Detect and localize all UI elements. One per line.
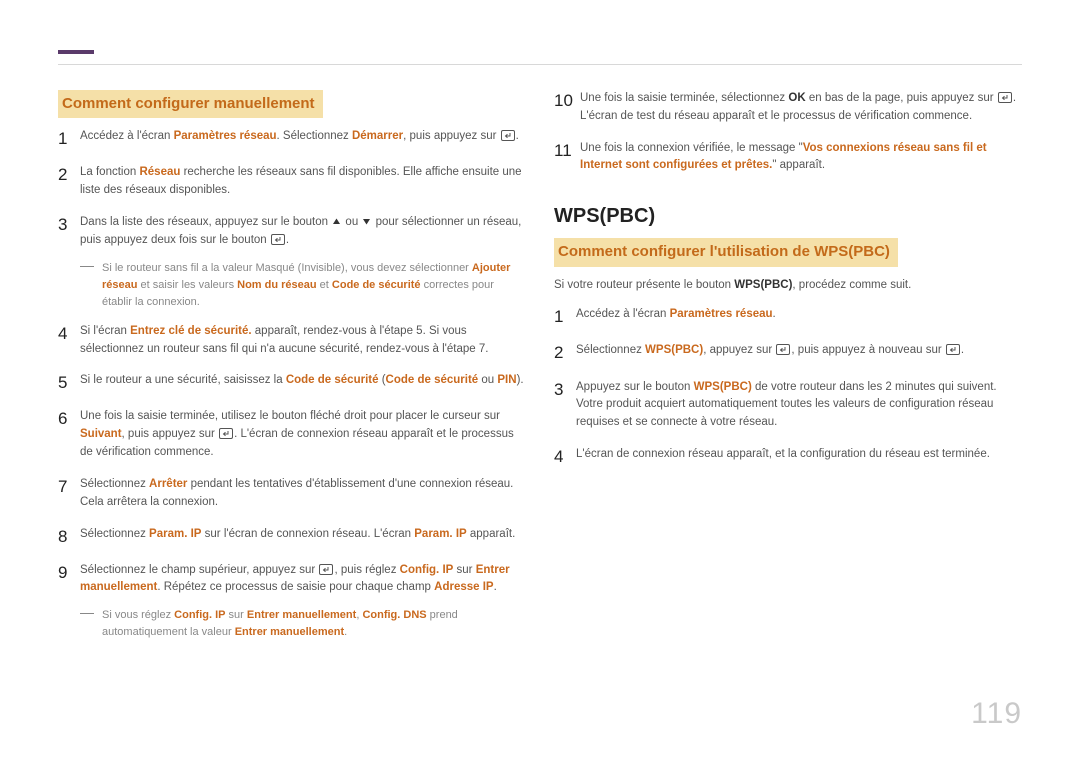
step-item: 5Si le routeur a une sécurité, saisissez… xyxy=(58,372,526,394)
step-number: 1 xyxy=(554,306,576,328)
enter-icon xyxy=(998,92,1012,103)
step-note: Si vous réglez Config. IP sur Entrer man… xyxy=(80,607,526,641)
step-item: 4Si l'écran Entrez clé de sécurité. appa… xyxy=(58,323,526,359)
step-item: 11Une fois la connexion vérifiée, le mes… xyxy=(554,140,1022,176)
step-body: Accédez à l'écran Paramètres réseau. xyxy=(576,306,1022,324)
step-body: Dans la liste des réseaux, appuyez sur l… xyxy=(80,214,526,250)
step-body: Accédez à l'écran Paramètres réseau. Sél… xyxy=(80,128,526,146)
step-body: Une fois la saisie terminée, utilisez le… xyxy=(80,408,526,461)
step-item: 3Appuyez sur le bouton WPS(PBC) de votre… xyxy=(554,379,1022,432)
step-item: 3Dans la liste des réseaux, appuyez sur … xyxy=(58,214,526,250)
step-body: La fonction Réseau recherche les réseaux… xyxy=(80,164,526,200)
step-item: 9Sélectionnez le champ supérieur, appuye… xyxy=(58,562,526,598)
header-rule xyxy=(58,64,1022,65)
step-number: 4 xyxy=(58,323,80,345)
heading-wpspbc: WPS(PBC) xyxy=(554,201,1022,232)
section-title-right: Comment configurer l'utilisation de WPS(… xyxy=(554,238,898,266)
step-number: 7 xyxy=(58,476,80,498)
step-body: L'écran de connexion réseau apparaît, et… xyxy=(576,446,1022,464)
step-body: Sélectionnez WPS(PBC), appuyez sur , pui… xyxy=(576,342,1022,360)
two-column-layout: Comment configurer manuellement 1Accédez… xyxy=(58,90,1022,653)
step-item: 6Une fois la saisie terminée, utilisez l… xyxy=(58,408,526,461)
note-text: Si vous réglez Config. IP sur Entrer man… xyxy=(102,607,526,641)
note-dash-icon xyxy=(80,260,94,271)
step-item: 10Une fois la saisie terminée, sélection… xyxy=(554,90,1022,126)
step-body: Sélectionnez le champ supérieur, appuyez… xyxy=(80,562,526,598)
step-number: 3 xyxy=(554,379,576,401)
step-body: Une fois la connexion vérifiée, le messa… xyxy=(580,140,1022,176)
right-column: 10Une fois la saisie terminée, sélection… xyxy=(554,90,1022,653)
enter-icon xyxy=(271,234,285,245)
arrow-down-icon xyxy=(362,217,371,226)
step-body: Sélectionnez Param. IP sur l'écran de co… xyxy=(80,526,526,544)
step-note: Si le routeur sans fil a la valeur Masqu… xyxy=(80,260,526,311)
enter-icon xyxy=(776,344,790,355)
step-number: 3 xyxy=(58,214,80,236)
step-number: 5 xyxy=(58,372,80,394)
enter-icon xyxy=(319,564,333,575)
step-body: Si le routeur a une sécurité, saisissez … xyxy=(80,372,526,390)
page: Comment configurer manuellement 1Accédez… xyxy=(0,0,1080,763)
note-text: Si le routeur sans fil a la valeur Masqu… xyxy=(102,260,526,311)
arrow-up-icon xyxy=(332,217,341,226)
step-body: Une fois la saisie terminée, sélectionne… xyxy=(580,90,1022,126)
note-dash-icon xyxy=(80,607,94,618)
left-steps: 1Accédez à l'écran Paramètres réseau. Sé… xyxy=(58,128,526,641)
step-number: 2 xyxy=(58,164,80,186)
section-title-left: Comment configurer manuellement xyxy=(58,90,323,118)
step-item: 2Sélectionnez WPS(PBC), appuyez sur , pu… xyxy=(554,342,1022,364)
enter-icon xyxy=(501,130,515,141)
step-number: 8 xyxy=(58,526,80,548)
intro-text: Si votre routeur présente le bouton WPS(… xyxy=(554,277,1022,295)
step-number: 10 xyxy=(554,90,580,112)
left-column: Comment configurer manuellement 1Accédez… xyxy=(58,90,526,653)
right-cont-steps: 10Une fois la saisie terminée, sélection… xyxy=(554,90,1022,175)
step-number: 2 xyxy=(554,342,576,364)
enter-icon xyxy=(946,344,960,355)
step-body: Appuyez sur le bouton WPS(PBC) de votre … xyxy=(576,379,1022,432)
step-number: 1 xyxy=(58,128,80,150)
step-number: 9 xyxy=(58,562,80,584)
step-item: 1Accédez à l'écran Paramètres réseau. xyxy=(554,306,1022,328)
step-item: 7Sélectionnez Arrêter pendant les tentat… xyxy=(58,476,526,512)
step-item: 2La fonction Réseau recherche les réseau… xyxy=(58,164,526,200)
step-body: Si l'écran Entrez clé de sécurité. appar… xyxy=(80,323,526,359)
step-item: 1Accédez à l'écran Paramètres réseau. Sé… xyxy=(58,128,526,150)
right-steps: 1Accédez à l'écran Paramètres réseau.2Sé… xyxy=(554,306,1022,468)
step-number: 4 xyxy=(554,446,576,468)
step-body: Sélectionnez Arrêter pendant les tentati… xyxy=(80,476,526,512)
header-accent-bar xyxy=(58,50,94,54)
step-item: 8Sélectionnez Param. IP sur l'écran de c… xyxy=(58,526,526,548)
step-number: 6 xyxy=(58,408,80,430)
page-number: 119 xyxy=(971,691,1022,738)
step-number: 11 xyxy=(554,140,580,162)
step-item: 4L'écran de connexion réseau apparaît, e… xyxy=(554,446,1022,468)
enter-icon xyxy=(219,428,233,439)
